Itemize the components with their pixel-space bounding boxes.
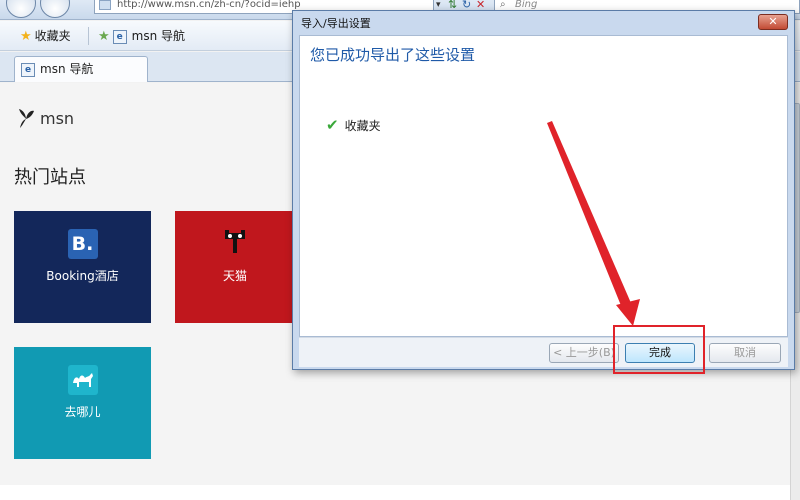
annotation-arrow [547,121,640,326]
annotation-arrow-shaft [547,121,634,313]
annotation-arrow-head [616,299,640,326]
